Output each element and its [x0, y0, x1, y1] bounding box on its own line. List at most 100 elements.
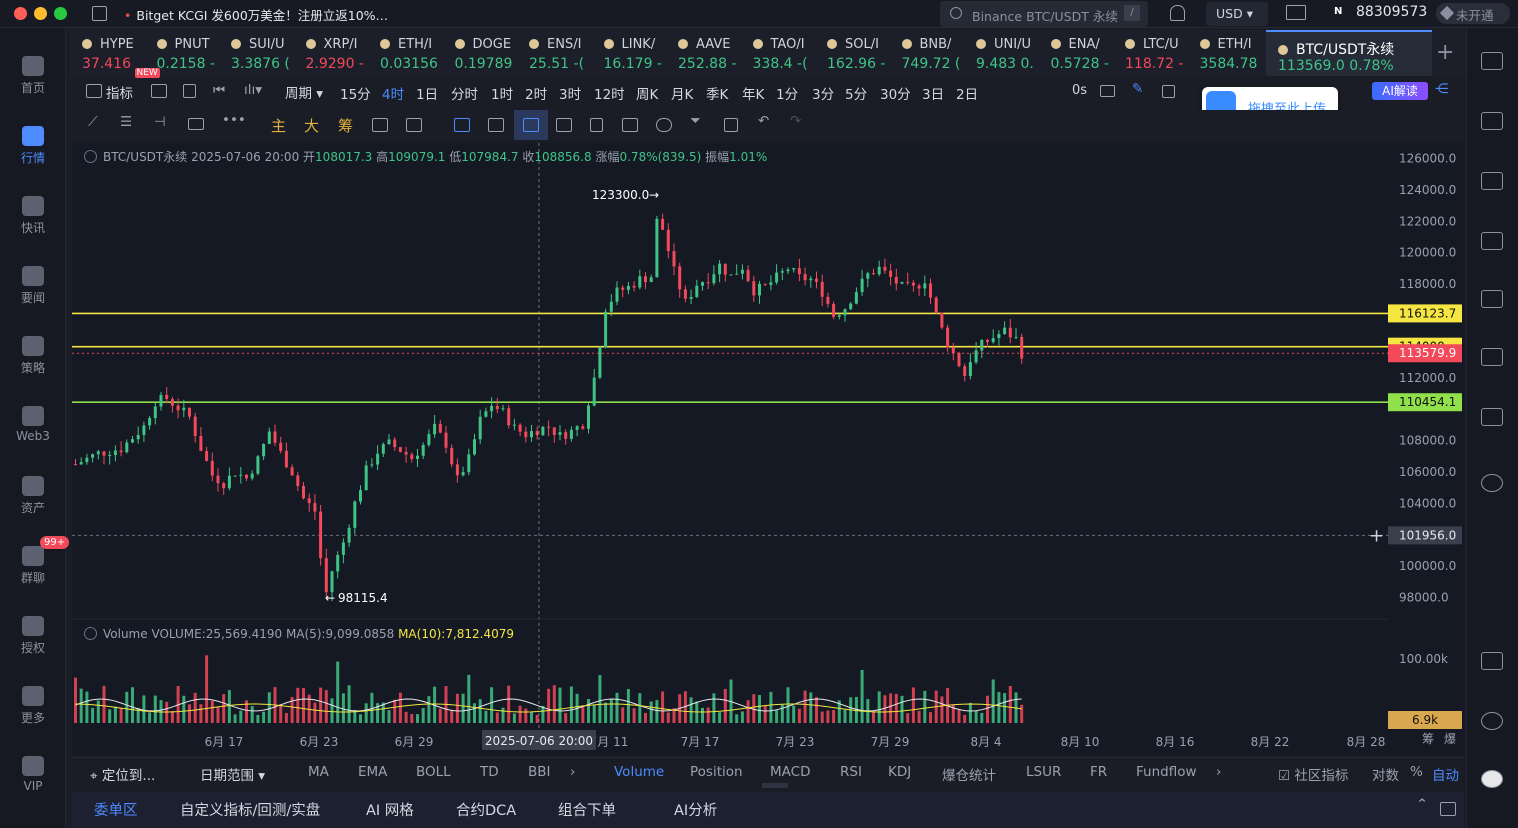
new-window-icon[interactable] [92, 6, 107, 21]
monitor-icon[interactable] [1481, 290, 1503, 308]
exchange-icon[interactable] [1481, 474, 1503, 492]
interval-option[interactable]: 2时 [525, 83, 547, 103]
vip-status-badge[interactable]: 未开通 [1436, 3, 1510, 24]
camera-icon[interactable] [1100, 85, 1115, 97]
ticker-item[interactable]: SOL/I 162.96 - [815, 30, 889, 76]
sidebar-item-0[interactable]: 首页 [0, 56, 66, 96]
interval-option[interactable]: 年K [742, 83, 764, 103]
robot-icon[interactable] [1481, 408, 1503, 426]
sub-indicator[interactable]: 爆仓统计 [942, 764, 996, 784]
list-panel-icon[interactable] [1481, 52, 1503, 70]
erase-line-tool-icon[interactable] [406, 118, 422, 132]
ticker-item[interactable]: LTC/U 118.72 - [1113, 30, 1187, 76]
interval-option[interactable]: 1分 [776, 83, 798, 103]
panel-layout-icon[interactable] [1481, 652, 1503, 670]
overlay-indicator[interactable]: TD [480, 764, 499, 780]
overlay-next-icon[interactable]: › [570, 764, 575, 780]
sub-next-icon[interactable]: › [1216, 764, 1221, 780]
sidebar-item-8[interactable]: 授权 [0, 616, 66, 656]
minimize-window-button[interactable] [34, 7, 47, 20]
legend-toggle-icon[interactable] [84, 150, 97, 163]
orderbook-icon[interactable] [1481, 112, 1503, 130]
trash-icon[interactable] [724, 118, 738, 132]
sidebar-item-10[interactable]: VIP [0, 756, 66, 793]
filter-tool-icon[interactable]: ⏷ [690, 113, 701, 129]
sidebar-item-7[interactable]: 群聊 99+ [0, 536, 70, 586]
volume-toggle-icon[interactable] [84, 627, 97, 640]
interval-option[interactable]: 3时 [559, 83, 581, 103]
mail-icon[interactable] [1286, 5, 1306, 20]
sidebar-item-4[interactable]: 策略 [0, 336, 66, 376]
bottom-tab[interactable]: AI 网格 [366, 799, 414, 820]
more-tools-icon[interactable]: ••• [222, 112, 246, 128]
ticker-item[interactable]: XRP/I 2.9290 - [294, 30, 368, 76]
headset-icon[interactable] [1481, 712, 1503, 730]
sub-indicator[interactable]: KDJ [888, 764, 911, 780]
currency-select[interactable]: USD ▾ [1206, 2, 1268, 26]
expand-icon[interactable] [1162, 85, 1175, 98]
price-chart[interactable]: 126000.0 124000.0 122000.0 120000.0 118000.0… [72, 143, 1464, 755]
parallel-lines-tool-icon[interactable]: ☰ [120, 114, 132, 130]
period-button[interactable]: 周期 ▾ [285, 82, 323, 102]
mascot-icon[interactable] [1481, 770, 1503, 788]
interval-option[interactable]: 2日 [956, 83, 978, 103]
etf-icon[interactable] [1481, 348, 1503, 366]
auto-scale-toggle[interactable]: 自动 [1432, 764, 1459, 784]
sub-indicator[interactable]: RSI [840, 764, 862, 780]
ticker-item[interactable]: HYPE 37.416 [70, 30, 144, 76]
interval-option[interactable]: 12时 [594, 83, 625, 103]
search-input[interactable]: Binance BTC/USDT 永续 / [940, 1, 1148, 27]
overlay-indicator[interactable]: MA [308, 764, 329, 780]
overlay-indicator[interactable]: BOLL [416, 764, 451, 780]
promo-banner[interactable]: • Bitget KCGI 发600万美金！注册立返10%… [124, 5, 388, 24]
sub-indicator[interactable]: Volume [614, 764, 664, 780]
trendline-tool-icon[interactable]: ⟋ [88, 114, 97, 130]
interval-option[interactable]: 4时 [382, 83, 404, 103]
ticker-item[interactable]: ENS/I 25.51 -( [517, 30, 591, 76]
bottom-tab[interactable]: 合约DCA [456, 799, 516, 820]
calendar-icon[interactable] [151, 84, 167, 98]
overlay-indicator[interactable]: EMA [358, 764, 387, 780]
ticker-item[interactable]: SUI/U 3.3876 ( [219, 30, 293, 76]
ticker-item[interactable]: AAVE 252.88 - [666, 30, 740, 76]
interval-option[interactable]: 3日 [922, 83, 944, 103]
interval-option[interactable]: 30分 [880, 83, 911, 103]
bottom-tab[interactable]: AI分析 [674, 799, 717, 820]
ticker-item[interactable]: ENA/0.5728 - [1039, 30, 1113, 76]
sidebar-item-6[interactable]: 资产 [0, 476, 66, 516]
interval-option[interactable]: 3分 [812, 83, 834, 103]
sub-indicator[interactable]: LSUR [1026, 764, 1061, 780]
main-tool-button[interactable]: 主 [271, 115, 286, 136]
panel-collapse-handle[interactable] [762, 783, 788, 788]
dollar-icon[interactable] [1481, 172, 1503, 190]
account-id[interactable]: 88309573 [1356, 4, 1427, 20]
indicator-icon[interactable] [86, 84, 102, 98]
sidebar-item-2[interactable]: 快讯 [0, 196, 66, 236]
bottom-tab[interactable]: 组合下单 [558, 799, 616, 820]
indicator-button[interactable]: 指标 [106, 82, 133, 102]
redo-icon[interactable]: ↷ [790, 113, 801, 129]
bell-icon[interactable] [1170, 5, 1185, 21]
ticker-item[interactable]: BNB/749.72 ( [890, 30, 964, 76]
ticker-item[interactable]: TAO/I 338.4 -( [741, 30, 815, 76]
interval-option[interactable]: 15分 [340, 83, 371, 103]
sub-indicator[interactable]: MACD [770, 764, 810, 780]
copy-tool-icon[interactable] [454, 118, 470, 132]
rectangle-tool-icon[interactable] [188, 118, 204, 130]
percent-scale-toggle[interactable]: % [1410, 764, 1423, 780]
undo-icon[interactable]: ↶ [758, 113, 769, 129]
ai-explain-button[interactable]: AI解读 [1372, 82, 1428, 100]
note-tool-icon[interactable] [622, 118, 638, 132]
interval-option[interactable]: 1时 [491, 83, 513, 103]
chart-type-icon[interactable]: ılı▾ [244, 82, 262, 98]
overlay-indicator[interactable]: BBI [528, 764, 551, 780]
sidebar-item-5[interactable]: Web3 [0, 406, 66, 443]
chips-tool-button[interactable]: 筹 [338, 115, 353, 136]
ticker-item[interactable]: ETH/I 3584.78 [1188, 30, 1262, 76]
add-ticker-icon[interactable]: + [1436, 40, 1454, 65]
ticker-active-btc[interactable]: BTC/USDT永续 113569.0 0.78% [1266, 30, 1432, 76]
sidebar-item-1[interactable]: 行情 [0, 126, 66, 166]
community-indicator-button[interactable]: ☑ 社区指标 [1278, 764, 1348, 784]
ticker-item[interactable]: UNI/U 9.483 0. [964, 30, 1038, 76]
interval-option[interactable]: 1日 [416, 83, 438, 103]
